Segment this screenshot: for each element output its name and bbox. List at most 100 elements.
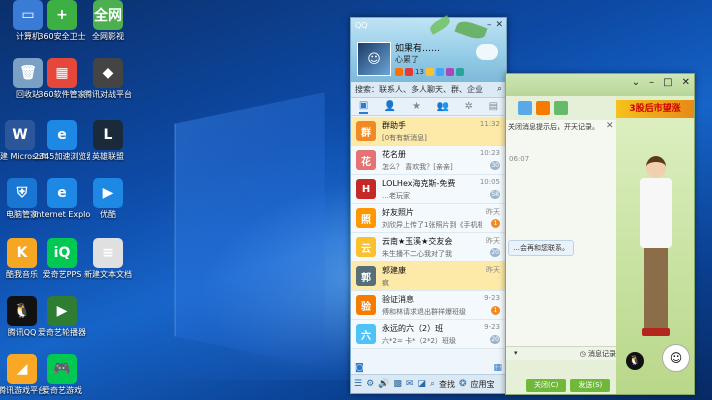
close-hint-icon[interactable]: ✕ xyxy=(606,121,614,131)
video-icon: 全网 xyxy=(93,0,123,30)
list-item[interactable]: 照好友照片 刘欣异上传了1张照片到《手机相 昨天 1 xyxy=(351,204,506,233)
contact-avatar: H xyxy=(356,179,376,199)
wallet-icon[interactable] xyxy=(435,68,444,76)
list-item[interactable]: 群群助手 [0有有新消息] 11:32 xyxy=(351,117,506,146)
minimize-icon[interactable]: – xyxy=(487,20,492,30)
desktop-shortcut[interactable]: L 英雄联盟 xyxy=(80,120,136,162)
message-time: 10:23 xyxy=(479,149,500,157)
contact-name: 验证消息 xyxy=(382,295,414,304)
tab-favorites[interactable]: ★ xyxy=(412,101,421,112)
maximize-icon[interactable]: □ xyxy=(663,77,672,88)
iqiyi-game-icon: 🎮 xyxy=(47,354,77,384)
find-label[interactable]: 查找 xyxy=(439,379,455,390)
contact-avatar: 照 xyxy=(356,208,376,228)
message-preview: 朱生播不二心我对了我 xyxy=(382,250,452,258)
desktop-shortcut[interactable]: 全网 全网影视 xyxy=(80,0,136,42)
close-icon[interactable]: ✕ xyxy=(682,77,690,88)
shop-icon[interactable] xyxy=(445,68,454,76)
desktop-shortcut-label: 新建文本文档 xyxy=(84,270,132,279)
desktop-shortcut-label: 全网影视 xyxy=(92,32,124,41)
chat-window-controls: ⌄ – □ ✕ xyxy=(632,77,690,88)
file-icon[interactable]: ▩ xyxy=(393,379,402,389)
voice-call-icon[interactable] xyxy=(518,101,532,115)
mail-icon[interactable] xyxy=(405,68,413,76)
send-button[interactable]: 发送(S) xyxy=(570,379,611,392)
penguin-icon[interactable]: 🐧 xyxy=(626,352,644,370)
contact-name: 郭建康 xyxy=(382,266,406,275)
qzone-icon[interactable] xyxy=(395,68,403,76)
contact-avatar[interactable]: ☺ xyxy=(662,344,690,372)
settings-icon[interactable]: ⚙ xyxy=(366,379,374,389)
ie-icon: e xyxy=(47,178,77,208)
app-grid-icon[interactable] xyxy=(554,101,568,115)
video-call-icon[interactable] xyxy=(536,101,550,115)
skin-icon[interactable]: ⌄ xyxy=(632,77,640,88)
ad-banner[interactable]: 3股后市望涨 xyxy=(616,100,694,118)
chat-action-buttons: 关闭(C) 发送(S) xyxy=(526,379,611,392)
unread-badge: 58 xyxy=(490,190,500,199)
desktop-shortcut[interactable]: ◆ 腾讯对战平台 xyxy=(80,58,136,100)
nickname[interactable]: 如果有…… xyxy=(395,41,440,54)
side-ad-panel[interactable]: 3股后市望涨 🐧 ☺ xyxy=(616,96,694,394)
game-icon[interactable] xyxy=(455,68,464,76)
tab-messages[interactable]: ▣ xyxy=(358,100,369,114)
list-item[interactable]: 郭郭建康疯 昨天 xyxy=(351,262,506,291)
list-item[interactable]: 云云南★玉溪★交友会 朱生播不二心我对了我 昨天 20 xyxy=(351,233,506,262)
mood-text[interactable]: 心累了 xyxy=(395,54,419,65)
chat-body: 关闭消息提示后，开天记录。 ✕ 06:07 …会再和您联系。 xyxy=(506,120,618,350)
list-item[interactable]: 花花名册 怎么？ 喜欢我？[亲亲] 10:23 30 xyxy=(351,146,506,175)
main-menu-icon[interactable]: ☰ xyxy=(354,379,362,389)
app-store-icon[interactable]: ❂ xyxy=(459,379,467,389)
character-legs xyxy=(644,248,668,328)
desktop-shortcut[interactable]: 🎮 爱奇艺游戏 xyxy=(34,354,90,396)
message-preview: 怎么？ 喜欢我？[亲亲] xyxy=(382,163,453,171)
chat-window: ⌄ – □ ✕ 关闭消息提示后，开天记录。 ✕ 06:07 …会再和您联系。 ▾… xyxy=(505,73,695,395)
ad-character xyxy=(636,156,676,356)
clock-icon: ◷ xyxy=(579,350,586,358)
contact-avatar: 花 xyxy=(356,150,376,170)
find-icon[interactable]: ⌕ xyxy=(430,379,435,389)
mail-box-icon[interactable]: ✉ xyxy=(406,379,414,389)
collect-icon[interactable]: ◪ xyxy=(417,379,426,389)
user-avatar[interactable]: ☺ xyxy=(357,42,391,76)
pc-manager-icon: ⛨ xyxy=(7,178,37,208)
text-doc-icon: ≡ xyxy=(93,238,123,268)
chat-message: …会再和您联系。 xyxy=(508,240,574,256)
list-item[interactable]: 验验证消息 傅和林请求退出群祥爆班级 9-23 1 xyxy=(351,291,506,320)
chat-titlebar: ⌄ – □ ✕ xyxy=(506,74,694,96)
desktop-shortcut[interactable]: ▶ 优酷 xyxy=(80,178,136,220)
360-safe-icon: + xyxy=(47,0,77,30)
youku-icon: ▶ xyxy=(93,178,123,208)
leaf-decoration xyxy=(427,15,453,35)
close-icon[interactable]: ✕ xyxy=(495,20,503,30)
font-dropdown-icon[interactable]: ▾ xyxy=(514,349,518,357)
vip-icon[interactable] xyxy=(425,68,434,76)
message-history-label: 消息记录 xyxy=(588,350,616,358)
tab-more[interactable]: ▤ xyxy=(489,101,498,112)
search-icon[interactable]: ⌕ xyxy=(497,84,502,94)
search-input[interactable]: 搜索：联系人、多人聊天、群、企业 ⌕ xyxy=(351,82,506,98)
tencent-battle-icon: ◆ xyxy=(93,58,123,88)
weather-icon[interactable] xyxy=(476,44,498,60)
message-history-button[interactable]: ◷ 消息记录 xyxy=(580,349,616,359)
list-item[interactable]: H LOLHex海克斯-免费 …老玩家 10:05 58 xyxy=(351,175,506,204)
unread-badge: 20 xyxy=(490,335,500,344)
volume-icon[interactable]: 🔊 xyxy=(378,379,389,389)
contact-name: 永远的六（2）班 xyxy=(382,324,444,333)
close-button[interactable]: 关闭(C) xyxy=(526,379,567,392)
desktop-shortcut[interactable]: ≡ 新建文本文档 xyxy=(80,238,136,280)
iqiyi-carousel-icon: ▶ xyxy=(47,296,77,326)
wallpaper-pane xyxy=(174,92,325,368)
minimize-icon[interactable]: – xyxy=(649,77,654,88)
tab-settings[interactable]: ✲ xyxy=(465,101,473,112)
desktop-shortcut[interactable]: ▶ 爱奇艺轮播器 xyxy=(34,296,90,338)
tab-groups[interactable]: 👥 xyxy=(437,101,449,112)
message-list: 群群助手 [0有有新消息] 11:32 花花名册 怎么？ 喜欢我？[亲亲] 10:23 30… xyxy=(351,117,506,349)
list-item[interactable]: 六永远的六（2）班 六*2= 卡*（2*2）班级 9-23 20 xyxy=(351,320,506,349)
app-store-label[interactable]: 应用宝 xyxy=(471,379,495,390)
tab-contacts[interactable]: 👤 xyxy=(384,101,396,112)
desktop-shortcut-label: 爱奇艺游戏 xyxy=(42,386,82,395)
level-count: 13 xyxy=(415,68,424,76)
unread-badge: 30 xyxy=(490,161,500,170)
lol-icon: L xyxy=(93,120,123,150)
